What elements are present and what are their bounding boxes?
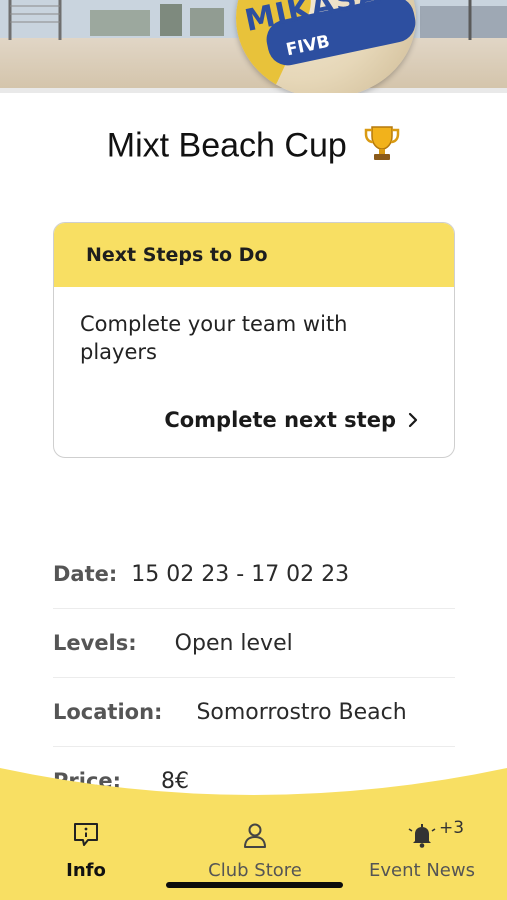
hero-banner-image: MIKASA FIVB bbox=[0, 0, 507, 93]
event-title: Mixt Beach Cup bbox=[106, 126, 347, 165]
bell-icon bbox=[408, 824, 436, 848]
nav-tab-club-store-label: Club Store bbox=[208, 860, 302, 881]
nav-tab-event-news[interactable]: +3 Event News bbox=[362, 818, 482, 881]
next-steps-card: Next Steps to Do Complete your team with… bbox=[53, 222, 455, 458]
chevron-right-icon bbox=[408, 412, 418, 428]
location-value: Somorrostro Beach bbox=[196, 699, 407, 725]
levels-value: Open level bbox=[174, 630, 293, 656]
nav-tab-info-label: Info bbox=[66, 860, 106, 881]
location-label: Location: bbox=[53, 700, 163, 724]
nav-tab-info[interactable]: Info bbox=[48, 820, 124, 881]
person-icon bbox=[244, 823, 266, 848]
detail-row-levels: Levels: Open level bbox=[53, 609, 455, 678]
info-bubble-icon bbox=[74, 823, 98, 846]
bottom-navigation: Info Club Store +3 Event News bbox=[0, 762, 507, 900]
detail-row-location: Location: Somorrostro Beach bbox=[53, 678, 455, 747]
complete-next-step-button[interactable]: Complete next step bbox=[164, 408, 418, 432]
detail-row-date: Date: 15 02 23 - 17 02 23 bbox=[53, 540, 455, 609]
next-steps-header: Next Steps to Do bbox=[54, 223, 454, 287]
home-indicator[interactable] bbox=[166, 882, 343, 888]
date-label: Date: bbox=[53, 562, 118, 586]
nav-tab-event-news-label: Event News bbox=[369, 860, 475, 881]
levels-label: Levels: bbox=[53, 631, 137, 655]
next-steps-description: Complete your team with players bbox=[80, 312, 348, 364]
date-value: 15 02 23 - 17 02 23 bbox=[131, 561, 350, 587]
complete-next-step-label: Complete next step bbox=[164, 408, 396, 432]
news-count-badge: +3 bbox=[439, 818, 465, 838]
nav-tab-club-store[interactable]: Club Store bbox=[190, 820, 320, 881]
trophy-icon bbox=[364, 124, 400, 171]
page-title: Mixt Beach Cup bbox=[0, 124, 507, 171]
